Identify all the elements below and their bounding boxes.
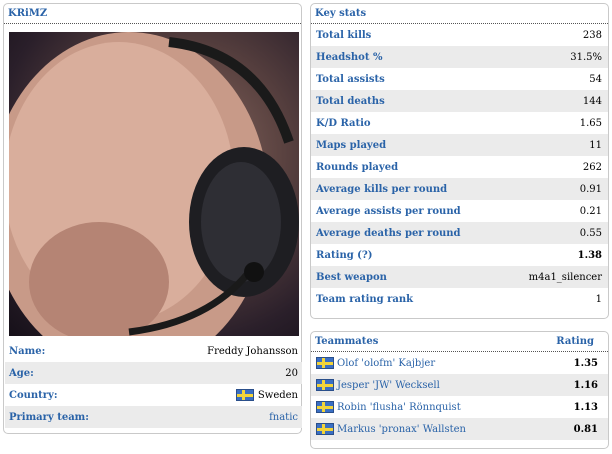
teammate-link[interactable]: Markus 'pronax' Wallsten <box>316 423 466 435</box>
stat-label: Average deaths per round <box>316 227 461 239</box>
stat-value: 144 <box>582 95 602 107</box>
stat-label: Average assists per round <box>316 205 461 217</box>
stat-label: Best weapon <box>316 271 387 283</box>
stat-label: Headshot % <box>316 51 383 63</box>
stat-row: Rounds played 262 <box>311 156 608 178</box>
stat-value: 1 <box>595 293 602 305</box>
teammate-link[interactable]: Robin 'flusha' Rönnquist <box>316 401 461 413</box>
rating-help-link[interactable]: Rating (?) <box>316 250 373 261</box>
stat-value: 262 <box>582 161 602 173</box>
stat-label: Rounds played <box>316 161 399 173</box>
teammates-header: Teammates Rating <box>311 332 608 352</box>
sweden-flag-icon <box>316 423 334 435</box>
player-nickname: KRiMZ <box>4 4 301 24</box>
stat-label: Total assists <box>316 73 385 85</box>
stat-value: 11 <box>589 139 602 151</box>
teammate-rating: 1.35 <box>573 357 598 369</box>
teammates-title: Teammates <box>315 336 379 347</box>
stat-row: Best weapon m4a1_silencer <box>311 266 608 288</box>
profile-info-table: Name: Freddy Johansson Age: 20 Country: … <box>5 340 302 428</box>
stat-row: Headshot % 31.5% <box>311 46 608 68</box>
teammate-rating: 1.16 <box>573 379 598 391</box>
sweden-flag-icon <box>316 379 334 391</box>
profile-label: Name: <box>9 345 46 357</box>
teammate-link[interactable]: Jesper 'JW' Wecksell <box>316 379 440 391</box>
stat-row: Total kills 238 <box>311 24 608 46</box>
profile-value: 20 <box>285 367 298 379</box>
profile-row-age: Age: 20 <box>5 362 302 384</box>
key-stats-panel: Key stats Total kills 238 Headshot % 31.5%… <box>310 3 609 319</box>
stat-value: 238 <box>582 29 602 41</box>
primary-team-link[interactable]: fnatic <box>269 412 298 423</box>
teammate-rating: 0.81 <box>573 423 598 435</box>
teammate-name: Robin 'flusha' Rönnquist <box>337 401 461 413</box>
stat-value: 0.91 <box>579 183 602 195</box>
teammate-row: Markus 'pronax' Wallsten 0.81 <box>311 418 608 440</box>
stat-value: 1.38 <box>577 249 602 261</box>
key-stats-table: Total kills 238 Headshot % 31.5% Total ass… <box>311 24 608 310</box>
teammate-name: Olof 'olofm' Kajbjer <box>337 357 436 369</box>
profile-row-country: Country: Sweden <box>5 384 302 406</box>
profile-label: Country: <box>9 389 58 401</box>
profile-label: Age: <box>9 367 34 379</box>
stat-label: Average kills per round <box>316 183 448 195</box>
profile-row-team: Primary team: fnatic <box>5 406 302 428</box>
player-photo <box>9 32 299 336</box>
stat-value: 54 <box>589 73 602 85</box>
teammate-rating: 1.13 <box>573 401 598 413</box>
country-name: Sweden <box>257 389 298 401</box>
stat-label: Team rating rank <box>316 293 414 305</box>
stat-value: 0.55 <box>579 227 602 239</box>
stat-value: 31.5% <box>570 51 602 63</box>
sweden-flag-icon <box>316 401 334 413</box>
stat-row: Maps played 11 <box>311 134 608 156</box>
stat-row: Total deaths 144 <box>311 90 608 112</box>
teammate-name: Jesper 'JW' Wecksell <box>337 379 440 391</box>
sweden-flag-icon <box>235 389 254 401</box>
stat-row: K/D Ratio 1.65 <box>311 112 608 134</box>
stat-row: Average assists per round 0.21 <box>311 200 608 222</box>
teammate-row: Robin 'flusha' Rönnquist 1.13 <box>311 396 608 418</box>
teammates-table: Olof 'olofm' Kajbjer 1.35 Jesper 'JW' We… <box>311 352 608 440</box>
stat-row: Total assists 54 <box>311 68 608 90</box>
stat-row: Average kills per round 0.91 <box>311 178 608 200</box>
player-profile-panel: KRiMZ Name: Freddy Johansson Age: 20 Cou… <box>3 3 302 434</box>
stat-row: Team rating rank 1 <box>311 288 608 310</box>
teammate-link[interactable]: Olof 'olofm' Kajbjer <box>316 357 435 369</box>
teammate-row: Jesper 'JW' Wecksell 1.16 <box>311 374 608 396</box>
profile-country-value: Sweden <box>235 389 298 401</box>
key-stats-title: Key stats <box>311 4 608 24</box>
stat-label: K/D Ratio <box>316 117 371 129</box>
rating-column-header: Rating <box>556 336 594 347</box>
teammate-name: Markus 'pronax' Wallsten <box>337 423 466 435</box>
stat-label: Total kills <box>316 29 372 41</box>
stat-value: 1.65 <box>579 117 602 129</box>
profile-row-name: Name: Freddy Johansson <box>5 340 302 362</box>
stat-row: Average deaths per round 0.55 <box>311 222 608 244</box>
profile-value: Freddy Johansson <box>207 345 298 357</box>
sweden-flag-icon <box>316 357 334 369</box>
stat-label: Maps played <box>316 139 387 151</box>
stat-row-rating: Rating (?) 1.38 <box>311 244 608 266</box>
stat-label: Total deaths <box>316 95 385 107</box>
stat-value: 0.21 <box>579 205 602 217</box>
teammates-panel: Teammates Rating Olof 'olofm' Kajbjer 1.… <box>310 331 609 449</box>
profile-label: Primary team: <box>9 411 89 423</box>
stat-value: m4a1_silencer <box>528 271 602 283</box>
teammate-row: Olof 'olofm' Kajbjer 1.35 <box>311 352 608 374</box>
